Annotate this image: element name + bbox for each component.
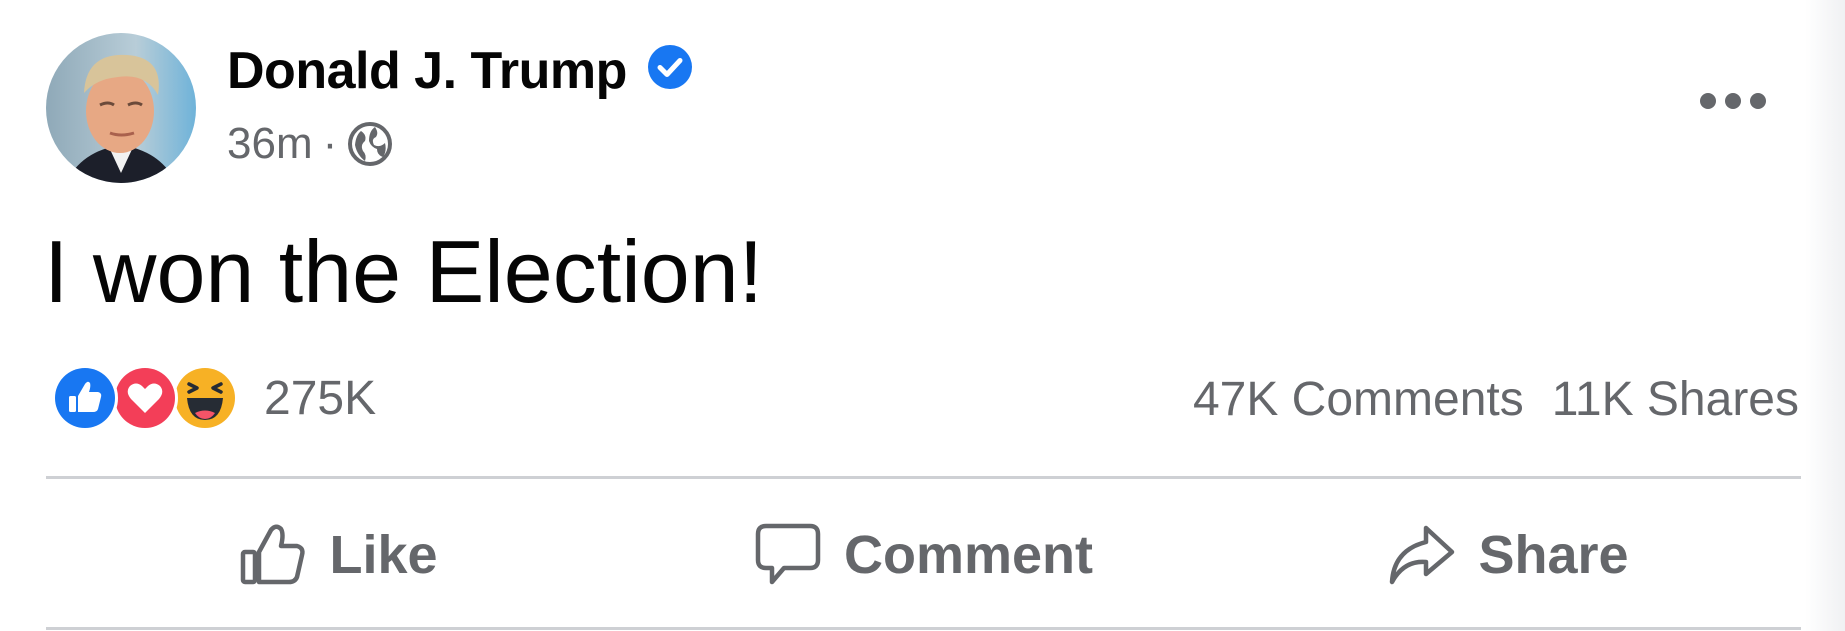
reaction-count[interactable]: 275K <box>264 371 376 426</box>
love-reaction-icon <box>112 365 178 431</box>
page-edge-shade <box>1805 0 1845 631</box>
more-dot <box>1750 93 1766 109</box>
comment-icon <box>755 523 821 585</box>
shares-count[interactable]: 11K Shares <box>1552 372 1799 427</box>
divider <box>46 476 1801 479</box>
share-icon <box>1390 525 1455 585</box>
reactions-summary[interactable]: 275K <box>52 364 376 432</box>
share-button[interactable]: Share <box>1216 500 1801 610</box>
action-bar: Like Comment Share <box>46 500 1801 610</box>
more-dot <box>1700 93 1716 109</box>
post-header: Donald J. Trump <box>227 40 693 102</box>
author-name[interactable]: Donald J. Trump <box>227 41 627 101</box>
share-label: Share <box>1478 525 1629 585</box>
comment-button[interactable]: Comment <box>631 500 1216 610</box>
like-reaction-icon <box>52 365 118 431</box>
globe-icon[interactable] <box>347 121 393 167</box>
divider <box>46 627 1801 630</box>
more-dot <box>1725 93 1741 109</box>
avatar-image <box>46 33 196 183</box>
comments-count[interactable]: 47K Comments <box>1193 372 1524 427</box>
like-icon <box>241 524 306 585</box>
like-label: Like <box>329 525 438 585</box>
engagement-stats: 47K Comments 11K Shares <box>1193 368 1799 430</box>
more-options-icon[interactable] <box>1700 86 1766 116</box>
verified-badge-icon <box>647 44 693 90</box>
meta-separator: · <box>322 119 338 168</box>
like-button[interactable]: Like <box>46 500 631 610</box>
avatar[interactable] <box>46 33 196 183</box>
comment-label: Comment <box>843 525 1093 585</box>
post-meta: 36m · <box>227 117 393 171</box>
post-message: I won the Election! <box>44 222 764 321</box>
timestamp[interactable]: 36m <box>227 119 313 169</box>
facebook-post: Donald J. Trump 36m · I won the Election… <box>0 0 1845 631</box>
haha-reaction-icon <box>172 365 238 431</box>
